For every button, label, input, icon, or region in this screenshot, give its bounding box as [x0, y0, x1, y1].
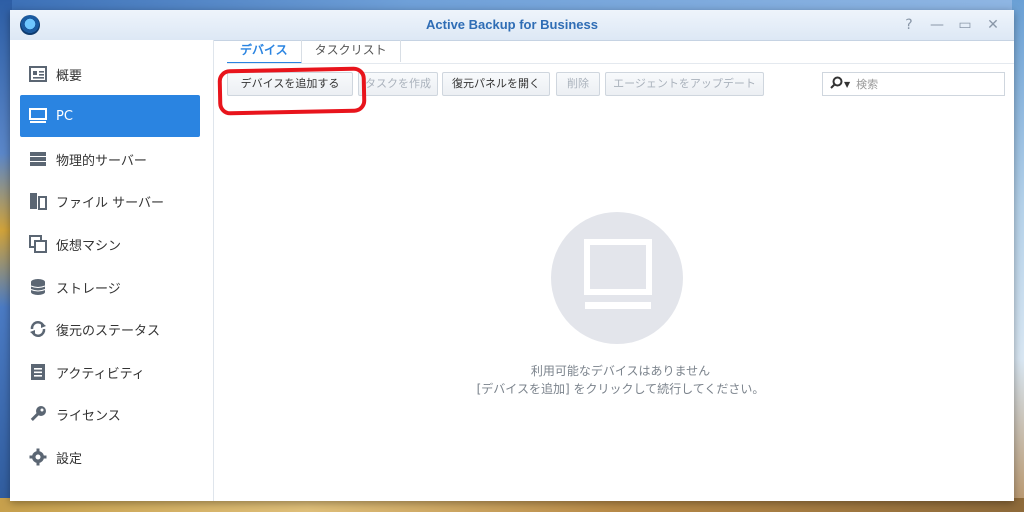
- gear-icon: [28, 447, 48, 467]
- pc-monitor-icon: [584, 239, 652, 309]
- search-icon[interactable]: [830, 76, 843, 92]
- pc-monitor-icon: [28, 106, 48, 126]
- sidebar-item-restore-status[interactable]: 復元のステータス: [20, 308, 200, 350]
- activity-icon: [28, 362, 48, 382]
- sidebar-item-activity[interactable]: アクティビティ: [20, 351, 200, 393]
- sidebar-item-label: ファイル サーバー: [56, 195, 165, 211]
- red-highlight-annotation: [217, 66, 367, 116]
- window-controls: ? — ▭ ✕: [898, 14, 1004, 36]
- empty-state-message: 利用可能なデバイスはありません: [530, 364, 711, 378]
- sidebar-item-pc[interactable]: PC: [20, 95, 200, 137]
- tab-devices[interactable]: デバイス: [227, 40, 302, 64]
- sidebar-item-overview[interactable]: 概要: [20, 53, 200, 95]
- window-title: Active Backup for Business: [426, 17, 598, 32]
- minimize-icon[interactable]: —: [926, 14, 948, 36]
- restore-status-icon: [28, 319, 48, 339]
- open-restore-panel-button[interactable]: 復元パネルを開く: [442, 72, 550, 96]
- sidebar-item-label: ライセンス: [56, 408, 121, 424]
- title-bar: Active Backup for Business ? — ▭ ✕: [10, 10, 1014, 41]
- sidebar-item-label: 設定: [56, 451, 83, 467]
- maximize-icon[interactable]: ▭: [954, 14, 976, 36]
- sidebar-item-label: アクティビティ: [56, 366, 145, 382]
- sidebar-item-label: 仮想マシン: [56, 238, 122, 254]
- update-agent-button[interactable]: エージェントをアップデート: [605, 72, 764, 96]
- sidebar-item-label: PC: [56, 108, 73, 124]
- virtual-machine-icon: [28, 234, 48, 254]
- tab-task-list[interactable]: タスクリスト: [302, 40, 401, 62]
- empty-state-hint: [デバイスを追加] をクリックして続行してください。: [476, 382, 765, 396]
- chevron-down-icon[interactable]: ▼: [844, 80, 850, 89]
- sidebar-item-license[interactable]: ライセンス: [20, 393, 200, 435]
- file-server-icon: [28, 191, 48, 211]
- search-box[interactable]: ▼: [822, 72, 1005, 96]
- sidebar-item-virtual-machine[interactable]: 仮想マシン: [20, 223, 200, 265]
- sidebar-item-label: 復元のステータス: [56, 323, 161, 339]
- storage-icon: [28, 277, 48, 297]
- tab-bar: デバイス タスクリスト: [227, 40, 401, 64]
- server-icon: [28, 149, 48, 169]
- delete-button[interactable]: 削除: [556, 72, 600, 96]
- search-input[interactable]: [854, 76, 989, 92]
- empty-state-illustration: [551, 212, 683, 344]
- sidebar-item-label: 概要: [56, 68, 83, 84]
- help-icon[interactable]: ?: [898, 14, 920, 36]
- sidebar-item-file-server[interactable]: ファイル サーバー: [20, 180, 200, 222]
- sidebar-item-label: 物理的サーバー: [56, 153, 147, 169]
- overview-icon: [28, 64, 48, 84]
- sidebar-item-storage[interactable]: ストレージ: [20, 266, 200, 308]
- toolbar-divider: [227, 63, 1014, 64]
- key-icon: [28, 404, 48, 424]
- sidebar-item-label: ストレージ: [56, 281, 121, 297]
- sidebar: 概要 PC 物理的サーバー ファイル サーバー 仮想マシン ストレージ 復元のス…: [10, 40, 214, 501]
- create-task-button[interactable]: タスクを作成: [358, 72, 438, 96]
- sidebar-item-settings[interactable]: 設定: [20, 436, 200, 478]
- app-window: Active Backup for Business ? — ▭ ✕ 概要 PC…: [10, 10, 1014, 501]
- sidebar-item-physical-server[interactable]: 物理的サーバー: [20, 138, 200, 180]
- close-icon[interactable]: ✕: [982, 14, 1004, 36]
